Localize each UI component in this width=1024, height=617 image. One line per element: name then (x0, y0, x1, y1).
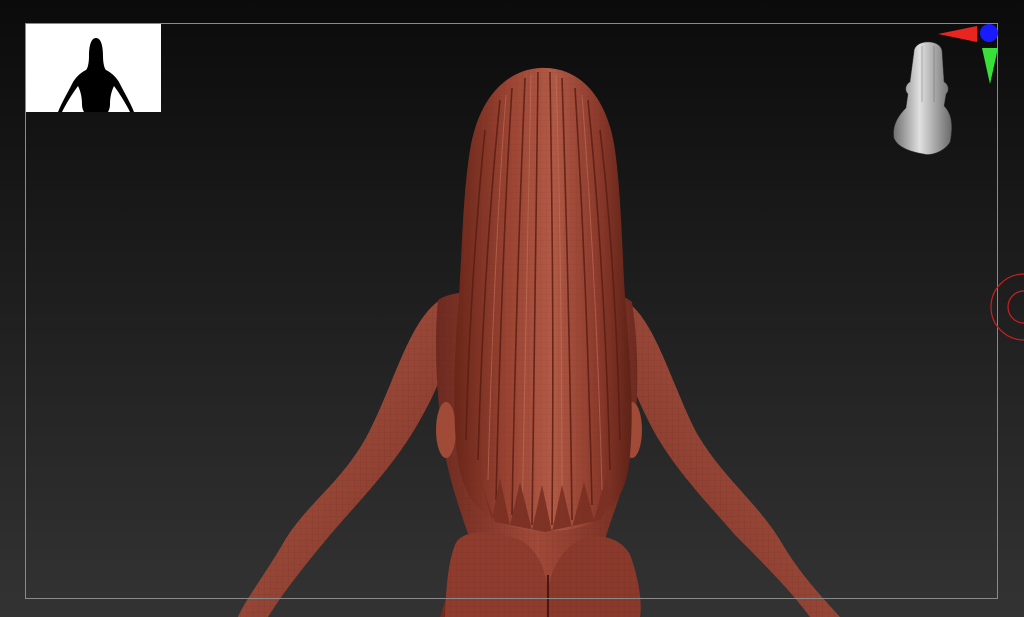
y-axis-arrow (982, 48, 998, 84)
head-orientation-icon[interactable] (884, 22, 1014, 162)
x-axis-arrow (938, 26, 977, 42)
silhouette-thumbnail[interactable] (26, 24, 161, 112)
brush-cursor-icon (990, 273, 1024, 341)
sculpt-viewport[interactable] (0, 0, 1024, 617)
z-axis-dot (980, 24, 998, 42)
canvas-frame (25, 23, 998, 599)
figure-silhouette-icon (58, 38, 134, 112)
